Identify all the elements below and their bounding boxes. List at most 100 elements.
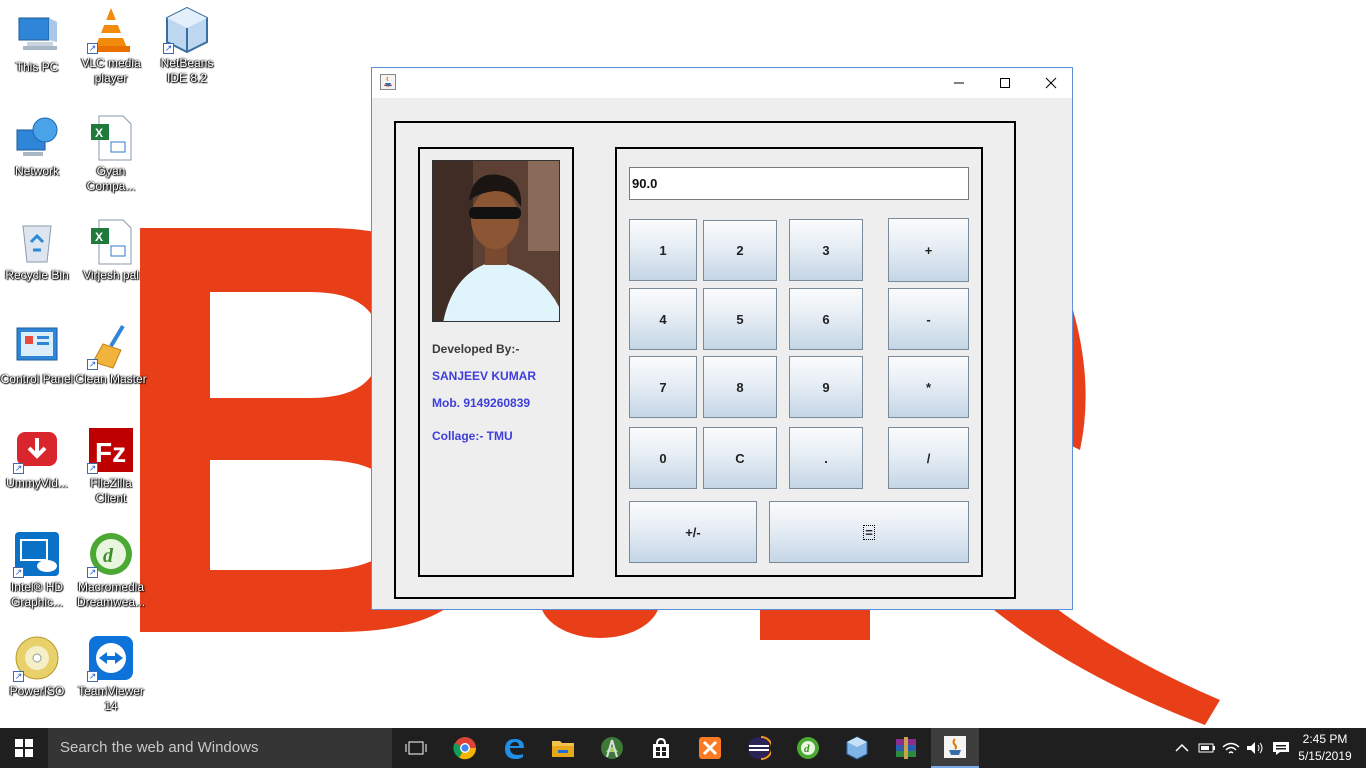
- key-1[interactable]: 1: [629, 219, 697, 281]
- key-8[interactable]: 8: [703, 356, 777, 418]
- taskbar-eclipse[interactable]: [735, 728, 783, 768]
- control-panel-icon: [16, 327, 58, 361]
- developer-panel: Developed By:- SANJEEV KUMAR Mob. 914926…: [418, 147, 574, 577]
- calculator-window: Developed By:- SANJEEV KUMAR Mob. 914926…: [371, 67, 1073, 610]
- battery-icon[interactable]: [1196, 740, 1218, 756]
- maximize-button[interactable]: [982, 68, 1028, 98]
- key-minus[interactable]: -: [888, 288, 969, 350]
- maximize-icon: [1000, 78, 1010, 88]
- key-multiply[interactable]: *: [888, 356, 969, 418]
- desktop-icon-dreamweaver[interactable]: d ↗ Macromedia Dreamwea...: [74, 530, 148, 610]
- taskbar-file-explorer[interactable]: [539, 728, 587, 768]
- taskbar-winrar[interactable]: [882, 728, 930, 768]
- shortcut-arrow-icon: ↗: [13, 567, 24, 578]
- calculator-panel: 90.0 1 2 3 + 4 5 6 - 7 8 9 * 0 C . / +/-…: [615, 147, 983, 577]
- action-center-icon[interactable]: [1270, 740, 1292, 756]
- network-icon: [16, 117, 58, 156]
- taskbar-task-view[interactable]: [392, 728, 440, 768]
- android-studio-icon: [601, 737, 623, 759]
- desktop-icon-recycle-bin[interactable]: Recycle Bin: [0, 218, 74, 283]
- taskbar-xampp[interactable]: [686, 728, 734, 768]
- shortcut-arrow-icon: ↗: [163, 43, 174, 54]
- file-explorer-icon: [552, 741, 574, 757]
- taskbar-search-box[interactable]: Search the web and Windows: [48, 728, 392, 768]
- start-button[interactable]: [0, 728, 48, 768]
- desktop-icon-filezilla[interactable]: Fz ↗ FileZilla Client: [74, 426, 148, 506]
- taskbar-dreamweaver[interactable]: d: [784, 728, 832, 768]
- key-3[interactable]: 3: [789, 219, 863, 281]
- icon-label: Control Panel: [0, 372, 74, 386]
- taskbar-edge[interactable]: [490, 728, 538, 768]
- shortcut-arrow-icon: ↗: [87, 463, 98, 474]
- desktop-icon-virjesh-pal[interactable]: X Virjesh pal: [74, 218, 148, 283]
- task-view-icon: [405, 741, 427, 755]
- key-4[interactable]: 4: [629, 288, 697, 350]
- wifi-icon[interactable]: [1220, 740, 1242, 756]
- icon-label: Network: [14, 164, 59, 178]
- desktop-icon-this-pc[interactable]: This PC: [0, 10, 74, 75]
- key-decimal[interactable]: .: [789, 427, 863, 489]
- taskbar-java-app[interactable]: [931, 728, 979, 768]
- icon-label: This PC: [15, 60, 59, 74]
- taskbar-store[interactable]: [637, 728, 685, 768]
- icon-label: Macromedia Dreamwea...: [76, 580, 146, 609]
- key-negate[interactable]: +/-: [629, 501, 757, 563]
- edge-icon: [505, 739, 524, 759]
- svg-text:Fz: Fz: [95, 437, 126, 468]
- close-button[interactable]: [1028, 68, 1074, 98]
- computer-icon: [18, 17, 57, 50]
- winrar-icon: [896, 737, 916, 759]
- desktop-icon-vlc[interactable]: ↗ VLC media player: [74, 6, 148, 86]
- java-app-icon: [380, 74, 396, 90]
- content-frame: Developed By:- SANJEEV KUMAR Mob. 914926…: [394, 121, 1016, 599]
- key-9[interactable]: 9: [789, 356, 863, 418]
- window-titlebar[interactable]: [372, 68, 1072, 98]
- windows-logo-icon: [15, 739, 33, 757]
- key-2[interactable]: 2: [703, 220, 777, 281]
- desktop-icon-poweriso[interactable]: ↗ PowerISO: [0, 634, 74, 699]
- taskbar-android-studio[interactable]: [588, 728, 636, 768]
- developed-by-label: Developed By:-: [432, 342, 520, 356]
- icon-label: NetBeans IDE 8.2: [160, 56, 214, 85]
- developer-name: SANJEEV KUMAR: [432, 369, 537, 383]
- minimize-button[interactable]: [936, 68, 982, 98]
- icon-label: Gyan Compa...: [86, 164, 136, 193]
- key-7[interactable]: 7: [629, 356, 697, 418]
- desktop-icon-teamviewer[interactable]: ↗ TeamViewer 14: [74, 634, 148, 714]
- desktop-icon-ummy-video[interactable]: ↗ UmmyVid...: [0, 426, 74, 491]
- calculator-display[interactable]: 90.0: [629, 167, 969, 200]
- clock-date: 5/15/2019: [1298, 749, 1352, 763]
- eclipse-icon: [748, 736, 771, 760]
- key-0[interactable]: 0: [629, 427, 697, 489]
- icon-label: Virjesh pal: [83, 268, 139, 282]
- shortcut-arrow-icon: ↗: [87, 359, 98, 370]
- key-divide[interactable]: /: [888, 427, 969, 489]
- desktop-icon-control-panel[interactable]: Control Panel: [0, 322, 74, 387]
- taskbar-virtualbox[interactable]: [833, 728, 881, 768]
- key-5[interactable]: 5: [703, 288, 777, 350]
- desktop-icon-intel-graphics[interactable]: ↗ Intel® HD Graphic...: [0, 530, 74, 610]
- xampp-icon: [699, 737, 721, 759]
- show-hidden-icons-icon[interactable]: [1172, 740, 1192, 756]
- dreamweaver-icon: d: [797, 737, 819, 759]
- key-equals-label: =: [863, 524, 875, 540]
- shortcut-arrow-icon: ↗: [87, 43, 98, 54]
- key-clear[interactable]: C: [703, 427, 777, 489]
- shortcut-arrow-icon: ↗: [13, 671, 24, 682]
- icon-label: UmmyVid...: [6, 476, 68, 490]
- desktop-icon-netbeans[interactable]: ↗ NetBeans IDE 8.2: [150, 6, 224, 86]
- taskbar-chrome[interactable]: [441, 728, 489, 768]
- desktop-icon-clean-master[interactable]: ↗ Clean Master: [74, 322, 148, 387]
- icon-label: VLC media player: [81, 56, 141, 85]
- desktop-icon-network[interactable]: Network: [0, 114, 74, 179]
- icon-label: Clean Master: [75, 372, 147, 386]
- developer-college: Collage:- TMU: [432, 429, 513, 443]
- desktop-icon-gyan-company[interactable]: X Gyan Compa...: [74, 114, 148, 194]
- svg-text:X: X: [95, 230, 103, 244]
- key-equals[interactable]: =: [769, 501, 969, 563]
- taskbar-clock[interactable]: 2:45 PM 5/15/2019: [1294, 731, 1356, 765]
- key-6[interactable]: 6: [789, 288, 863, 350]
- volume-icon[interactable]: [1244, 740, 1266, 756]
- icon-label: Recycle Bin: [5, 268, 69, 282]
- key-plus[interactable]: +: [888, 218, 969, 282]
